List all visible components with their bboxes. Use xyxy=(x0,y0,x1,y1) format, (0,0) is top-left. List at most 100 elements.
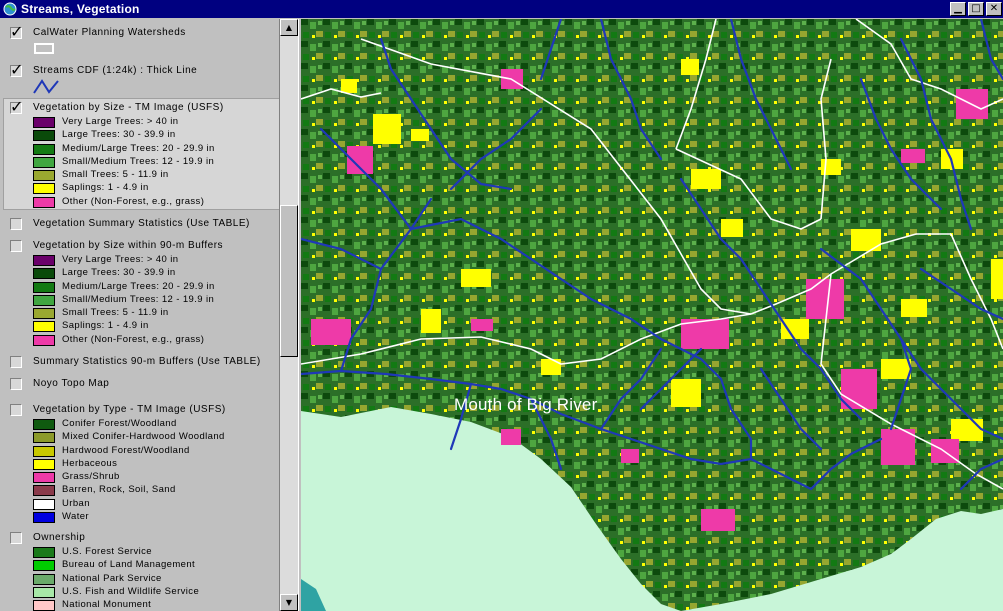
legend-scrollbar[interactable]: ▲ ▼ xyxy=(280,19,298,611)
check-icon: ✓ xyxy=(10,22,24,41)
legend-swatch xyxy=(33,156,55,168)
legend-class-row: Saplings: 1 - 4.9 in xyxy=(0,182,279,195)
theme-label: CalWater Planning Watersheds xyxy=(33,27,186,38)
legend-class-row: Conifer Forest/Woodland xyxy=(0,418,279,431)
theme-checkbox[interactable] xyxy=(10,240,22,252)
legend-swatch xyxy=(33,600,55,611)
minimize-icon: ▁ xyxy=(954,3,962,14)
theme-checkbox[interactable] xyxy=(10,218,22,230)
legend-swatch xyxy=(33,573,55,585)
legend-class-label: Other (Non-Forest, e.g., grass) xyxy=(62,333,205,345)
legend-class-row: Medium/Large Trees: 20 - 29.9 in xyxy=(0,142,279,156)
line-symbol-icon xyxy=(33,79,59,94)
legend-class-row: Grass/Shrub xyxy=(0,471,279,484)
legend-class-row: National Park Service xyxy=(0,573,279,586)
legend-class-row: Medium/Large Trees: 20 - 29.9 in xyxy=(0,280,279,294)
map-view[interactable]: Mouth of Big River xyxy=(301,19,1003,611)
scroll-thumb[interactable] xyxy=(280,205,298,357)
legend-swatch xyxy=(33,321,55,333)
theme-vegetation-summary-statistics[interactable]: Vegetation Summary Statistics (Use TABLE… xyxy=(0,216,279,232)
legend-class-label: Saplings: 1 - 4.9 in xyxy=(62,182,149,194)
theme-vegetation-by-size[interactable]: ✓ Vegetation by Size - TM Image (USFS) V… xyxy=(0,97,279,209)
theme-checkbox[interactable] xyxy=(10,356,22,368)
legend-class-row: Small Trees: 5 - 11.9 in xyxy=(0,169,279,182)
legend-swatch xyxy=(33,130,55,142)
maximize-button[interactable]: □ xyxy=(968,2,984,16)
legend-class-label: Small Trees: 5 - 11.9 in xyxy=(62,307,169,319)
legend-swatch xyxy=(33,255,55,266)
legend-class-row: U.S. Forest Service xyxy=(0,546,279,559)
scroll-down-button[interactable]: ▼ xyxy=(280,594,298,611)
legend-swatch xyxy=(33,117,55,128)
legend-class-label: Medium/Large Trees: 20 - 29.9 in xyxy=(62,142,215,154)
map-canvas[interactable] xyxy=(301,19,1003,611)
legend-class-row: Saplings: 1 - 4.9 in xyxy=(0,320,279,333)
scroll-up-button[interactable]: ▲ xyxy=(280,19,298,36)
legend-class-label: Grass/Shrub xyxy=(62,471,120,483)
theme-label: Summary Statistics 90-m Buffers (Use TAB… xyxy=(33,356,261,367)
theme-streams[interactable]: ✓ Streams CDF (1:24k) : Thick Line xyxy=(0,60,279,95)
legend-class-label: Conifer Forest/Woodland xyxy=(62,418,177,429)
legend-class-row: National Monument xyxy=(0,599,279,611)
legend-swatch xyxy=(33,294,55,306)
legend-class-label: Large Trees: 30 - 39.9 in xyxy=(62,129,176,141)
theme-checkbox[interactable]: ✓ xyxy=(10,22,23,41)
theme-label: Noyo Topo Map xyxy=(33,378,110,389)
theme-noyo-topo-map[interactable]: Noyo Topo Map xyxy=(0,376,279,392)
legend-class-label: Medium/Large Trees: 20 - 29.9 in xyxy=(62,280,215,292)
theme-vegetation-90m-buffers[interactable]: Vegetation by Size within 90-m Buffers V… xyxy=(0,238,279,347)
theme-label: Vegetation by Size within 90-m Buffers xyxy=(33,240,224,251)
theme-checkbox[interactable] xyxy=(10,532,22,544)
legend-class-label: Mixed Conifer-Hardwood Woodland xyxy=(62,431,225,443)
theme-label: Vegetation Summary Statistics (Use TABLE… xyxy=(33,218,250,229)
legend-swatch xyxy=(33,547,55,558)
legend-class-label: Barren, Rock, Soil, Sand xyxy=(62,484,176,496)
minimize-button[interactable]: ▁ xyxy=(950,2,966,16)
legend-class-row: U.S. Fish and Wildlife Service xyxy=(0,585,279,599)
legend-class-label: Small Trees: 5 - 11.9 in xyxy=(62,169,169,181)
theme-vegetation-by-type[interactable]: Vegetation by Type - TM Image (USFS) Con… xyxy=(0,402,279,524)
legend-class-label: Herbaceous xyxy=(62,457,118,469)
legend-swatch xyxy=(33,183,55,195)
legend-class-label: Hardwood Forest/Woodland xyxy=(62,444,190,456)
legend-class-row: Urban xyxy=(0,498,279,511)
legend-swatch xyxy=(33,485,55,497)
legend-class-row: Hardwood Forest/Woodland xyxy=(0,444,279,458)
legend-class-row: Herbaceous xyxy=(0,457,279,471)
legend-swatch xyxy=(33,472,55,484)
legend-class-label: Large Trees: 30 - 39.9 in xyxy=(62,267,176,279)
window-title: Streams, Vegetation xyxy=(21,2,140,16)
legend-swatch xyxy=(33,268,55,280)
theme-checkbox[interactable]: ✓ xyxy=(10,97,23,116)
legend-class-label: Saplings: 1 - 4.9 in xyxy=(62,320,149,332)
legend-class-label: Other (Non-Forest, e.g., grass) xyxy=(62,195,205,207)
legend-class-label: U.S. Fish and Wildlife Service xyxy=(62,585,200,597)
theme-ownership[interactable]: Ownership U.S. Forest Service Bureau of L… xyxy=(0,530,279,611)
legend-class-row: Barren, Rock, Soil, Sand xyxy=(0,484,279,497)
legend-class-label: Small/Medium Trees: 12 - 19.9 in xyxy=(62,155,215,167)
map-label: Mouth of Big River xyxy=(454,395,598,414)
legend-swatch xyxy=(33,560,55,572)
legend-class-label: National Monument xyxy=(62,599,152,611)
legend-class-row: Large Trees: 30 - 39.9 in xyxy=(0,129,279,142)
theme-checkbox[interactable] xyxy=(10,404,22,416)
theme-checkbox[interactable] xyxy=(10,378,22,390)
legend-class-label: Very Large Trees: > 40 in xyxy=(62,116,179,127)
close-button[interactable]: ✕ xyxy=(986,2,1002,16)
maximize-icon: □ xyxy=(971,3,981,14)
theme-summary-statistics-buffers[interactable]: Summary Statistics 90-m Buffers (Use TAB… xyxy=(0,354,279,370)
legend-swatch xyxy=(33,170,55,182)
legend-swatch xyxy=(33,458,55,470)
legend-swatch xyxy=(33,308,55,320)
legend-class-label: Small/Medium Trees: 12 - 19.9 in xyxy=(62,293,215,305)
legend-swatch xyxy=(33,196,55,208)
legend-class-row: Small/Medium Trees: 12 - 19.9 in xyxy=(0,155,279,169)
theme-calwater-watersheds[interactable]: ✓ CalWater Planning Watersheds xyxy=(0,22,279,57)
theme-checkbox[interactable]: ✓ xyxy=(10,60,23,79)
legend-swatch xyxy=(33,334,55,346)
legend-swatch xyxy=(33,419,55,430)
check-icon: ✓ xyxy=(10,97,24,116)
legend-class-row: Other (Non-Forest, e.g., grass) xyxy=(0,333,279,347)
globe-icon xyxy=(2,1,18,17)
legend-swatch xyxy=(33,143,55,155)
